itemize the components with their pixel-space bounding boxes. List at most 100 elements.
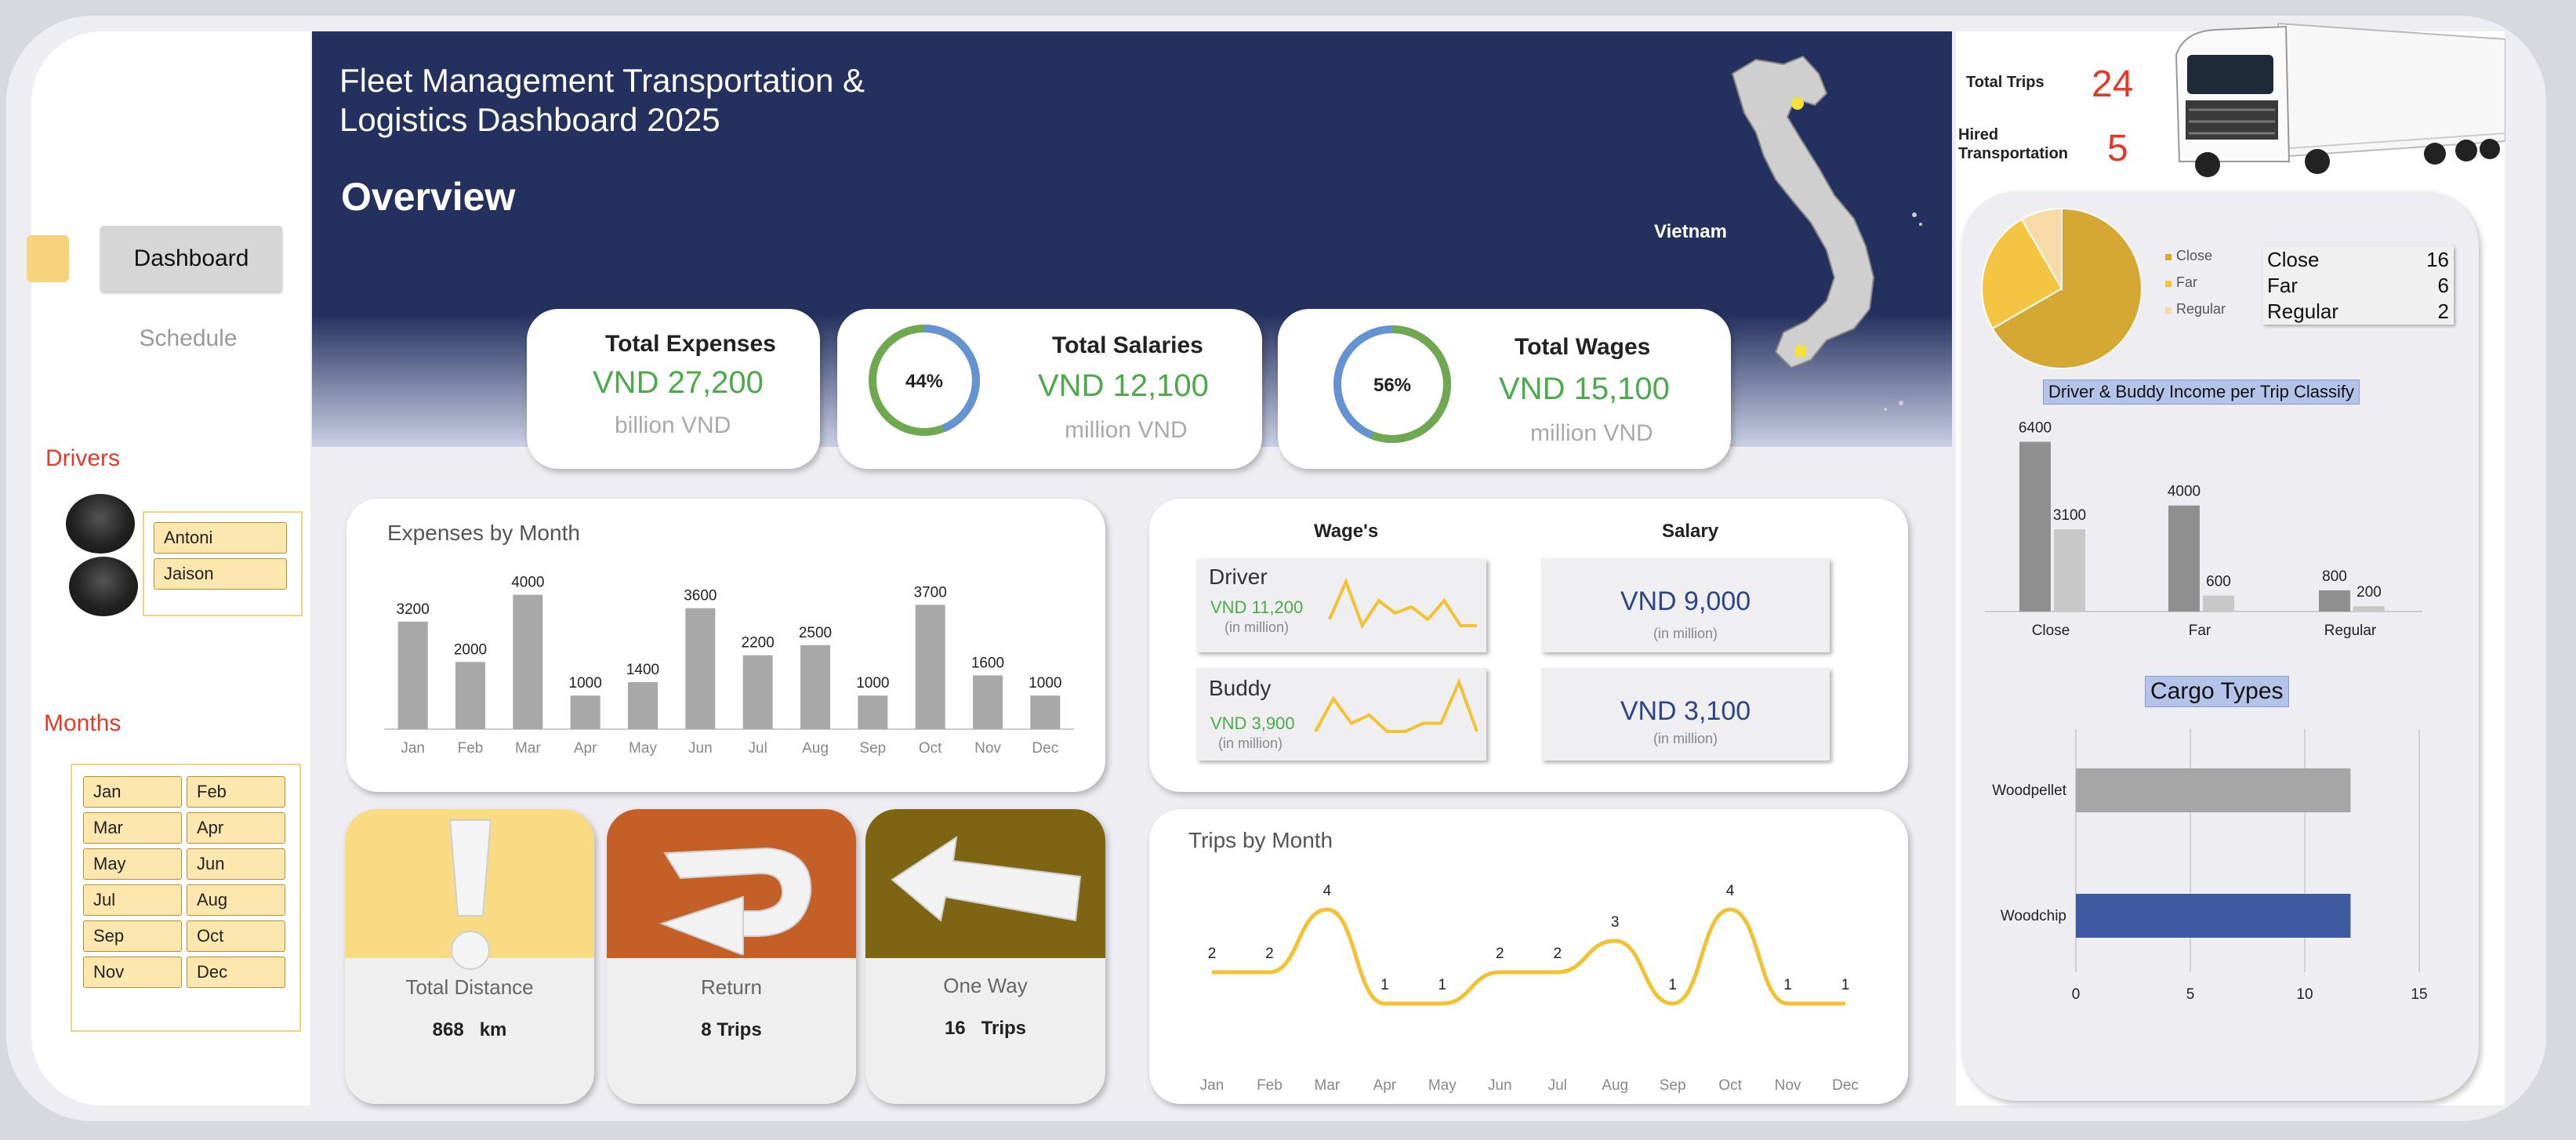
legend-swatch: [2165, 254, 2171, 260]
expense-data-label: 1600: [971, 655, 1004, 671]
legend-label: Far: [2176, 274, 2197, 290]
buddy-salary-value: VND 3,100: [1620, 696, 1751, 726]
income-chart-title: Driver & Buddy Income per Trip Classify: [2043, 379, 2360, 405]
month-slicer-item[interactable]: May: [83, 848, 182, 880]
legend-swatch: [2165, 307, 2171, 314]
driver-slicer-item[interactable]: Jaison: [154, 558, 287, 590]
income-data-label: 6400: [2019, 420, 2052, 437]
expenses-chart-title: Expenses by Month: [387, 521, 580, 545]
return-value: 8: [701, 1019, 712, 1040]
expense-bar: [570, 695, 600, 729]
expense-month-tick: Sep: [859, 740, 886, 757]
driver-slicer-item[interactable]: Antoni: [154, 522, 287, 554]
trips-month-tick: Oct: [1718, 1077, 1742, 1094]
cargo-category-label: Woodchip: [2001, 908, 2066, 924]
arrow-left-icon: [891, 835, 1082, 922]
month-slicer-item[interactable]: Sep: [83, 920, 182, 952]
cargo-x-tick: 15: [2411, 986, 2427, 1003]
kpi-wages-value: VND 15,100: [1499, 372, 1670, 406]
expense-bar: [915, 604, 945, 729]
trips-month-tick: Feb: [1257, 1077, 1283, 1094]
income-bar: [2319, 590, 2350, 612]
pie-legend-item: Regular: [2165, 301, 2226, 318]
trips-data-label: 1: [1841, 977, 1850, 993]
kpi-wages-title: Total Wages: [1515, 334, 1651, 360]
cargo-category-label: Woodpellet: [1992, 782, 2066, 799]
months-heading: Months: [44, 710, 122, 736]
driver-wage-unit: (in million): [1225, 619, 1290, 635]
section-title: Overview: [341, 175, 516, 219]
kpi-wages-unit: million VND: [1530, 420, 1653, 446]
map-label: Vietnam: [1654, 221, 1727, 242]
income-bar: [2353, 606, 2385, 612]
income-bar: [2168, 505, 2200, 612]
expense-bar: [628, 682, 658, 729]
total-trips-label: Total Trips: [1966, 74, 2044, 91]
distance-title: Total Distance: [405, 975, 534, 999]
month-slicer-item[interactable]: Mar: [83, 812, 182, 844]
trips-data-label: 2: [1553, 946, 1562, 962]
hired-value: 5: [2107, 128, 2128, 169]
buddy-wage-unit: (in million): [1218, 735, 1283, 751]
month-slicer-item[interactable]: Jan: [83, 776, 182, 808]
distance-tile: Total Distance 868 km: [345, 809, 594, 1104]
trips-data-label: 4: [1323, 883, 1332, 899]
return-title: Return: [700, 975, 763, 999]
salary-header: Salary: [1662, 521, 1719, 542]
trips-data-label: 1: [1783, 977, 1792, 993]
driver-wage-value: VND 11,200: [1210, 597, 1304, 617]
expense-data-label: 1000: [1029, 675, 1061, 692]
buddy-wage-label: Buddy: [1209, 676, 1272, 700]
driver-wage-label: Driver: [1209, 565, 1268, 589]
total-trips-value: 24: [2092, 64, 2134, 105]
expense-data-label: 4000: [511, 575, 544, 591]
month-slicer-item[interactable]: Oct: [187, 920, 285, 952]
trips-chart-title: Trips by Month: [1188, 828, 1333, 852]
trips-month-tick: Apr: [1373, 1077, 1397, 1094]
month-slicer-item[interactable]: Aug: [187, 884, 285, 916]
cargo-x-tick: 10: [2296, 986, 2313, 1003]
drivers-heading: Drivers: [45, 445, 120, 471]
month-slicer-item[interactable]: Nov: [83, 957, 182, 988]
trips-data-label: 2: [1496, 946, 1504, 962]
expense-month-tick: Nov: [974, 740, 1001, 757]
expense-data-label: 2200: [742, 635, 775, 652]
month-slicer-item[interactable]: Dec: [187, 957, 285, 988]
expense-data-label: 3200: [397, 601, 430, 618]
expense-data-label: 2500: [799, 625, 832, 641]
expense-month-tick: Jun: [688, 740, 713, 757]
hired-label-line2: Transportation: [1958, 145, 2069, 162]
income-bar: [2203, 595, 2234, 612]
truck-image: [2175, 22, 2505, 177]
income-data-label: 4000: [2168, 484, 2200, 500]
trip-class-pie: [1981, 207, 2142, 369]
expense-bar: [397, 621, 428, 729]
nav-dashboard-button[interactable]: Dashboard: [100, 226, 282, 292]
expense-bar: [685, 608, 716, 729]
salaries-donut: 44%: [869, 325, 980, 436]
expenses-bar-chart: 3200 Jan 2000 Feb 4000 Mar 1000 Apr 1400 May 3600 J…: [384, 575, 1074, 757]
expense-data-label: 1000: [569, 675, 602, 692]
income-category-tick: Far: [2189, 623, 2211, 639]
expense-month-tick: Mar: [515, 740, 541, 757]
oneway-value: 16: [944, 1018, 966, 1039]
expense-bar: [513, 594, 543, 729]
trips-month-tick: Aug: [1602, 1077, 1628, 1094]
legend-label: Regular: [2176, 301, 2226, 317]
income-category-tick: Regular: [2324, 623, 2377, 639]
trips-data-label: 3: [1611, 914, 1620, 931]
pie-legend-item: Close: [2165, 248, 2212, 264]
month-slicer-item[interactable]: Jul: [83, 884, 182, 916]
kpi-expenses-title: Total Expenses: [605, 331, 776, 357]
month-slicer-item[interactable]: Apr: [187, 812, 285, 844]
hired-label-line1: Hired: [1958, 126, 1999, 143]
nav-schedule-button[interactable]: Schedule: [110, 325, 267, 352]
trips-month-tick: Jan: [1200, 1077, 1225, 1094]
oneway-tile: One Way 16 Trips: [865, 809, 1105, 1104]
income-data-label: 3100: [2053, 507, 2086, 524]
driver-avatar-1: [66, 494, 135, 554]
trips-month-tick: Jul: [1548, 1077, 1567, 1094]
trips-line-chart: 2 Jan 2 Feb 4 Mar 1 Apr 1 May 2 Jun 2 Jul 3 Aug 1 Sep 4 Oct…: [1200, 883, 1859, 1094]
month-slicer-item[interactable]: Jun: [187, 848, 285, 880]
month-slicer-item[interactable]: Feb: [187, 776, 285, 808]
